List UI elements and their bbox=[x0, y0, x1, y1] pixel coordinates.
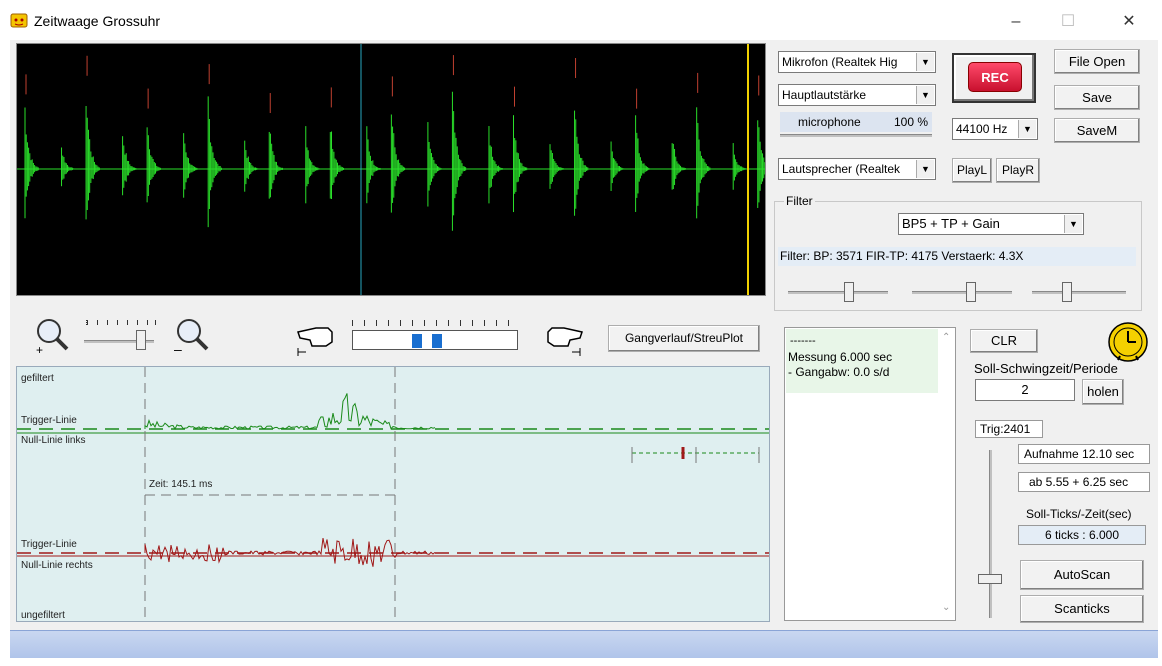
sample-rate-select[interactable]: 44100 Hz ▼ bbox=[952, 118, 1038, 140]
rec-label: REC bbox=[968, 62, 1022, 92]
clock-app-icon bbox=[10, 12, 28, 28]
memo-line-3: - Gangabw: 0.0 s/d bbox=[788, 365, 890, 379]
waveform-graph bbox=[17, 44, 772, 295]
window-title: Zeitwaage Grossuhr bbox=[34, 13, 161, 29]
status-bar bbox=[10, 630, 1158, 658]
close-button[interactable]: ✕ bbox=[1106, 8, 1152, 36]
mic-level-slider[interactable]: microphone 100 % bbox=[780, 110, 936, 140]
output-device-value: Lautsprecher (Realtek bbox=[782, 162, 901, 176]
soll-ticks-value: 6 ticks : 6.000 bbox=[1018, 525, 1146, 545]
zoom-in-icon[interactable]: + bbox=[32, 316, 72, 357]
soll-ticks-label: Soll-Ticks/-Zeit(sec) bbox=[1026, 507, 1132, 521]
filtered-trace bbox=[144, 393, 436, 430]
chevron-down-icon: ▼ bbox=[916, 86, 934, 104]
play-left-button[interactable]: PlayL bbox=[952, 158, 992, 183]
label-zeit: Zeit: 145.1 ms bbox=[149, 479, 213, 490]
clr-button[interactable]: CLR bbox=[970, 329, 1038, 353]
title-bar: Zeitwaage Grossuhr – ☐ ✕ bbox=[0, 0, 1162, 40]
svg-text:+: + bbox=[36, 343, 43, 356]
label-gefiltert: gefiltert bbox=[21, 373, 54, 384]
label-trigger-bottom: Trigger-Linie bbox=[21, 539, 77, 550]
play-right-button[interactable]: PlayR bbox=[996, 158, 1040, 183]
label-null-rechts: Null-Linie rechts bbox=[21, 560, 93, 571]
autoscan-button[interactable]: AutoScan bbox=[1020, 560, 1144, 590]
label-null-links: Null-Linie links bbox=[21, 435, 86, 446]
trigger-value: Trig:2401 bbox=[975, 420, 1043, 438]
filter-info: Filter: BP: 3571 FIR-TP: 4175 Verstaerk:… bbox=[778, 247, 1136, 266]
output-device-select[interactable]: Lautsprecher (Realtek ▼ bbox=[778, 158, 936, 180]
signal-plot[interactable]: gefiltert Trigger-Linie Null-Linie links… bbox=[16, 366, 770, 622]
chevron-down-icon: ▼ bbox=[916, 160, 934, 178]
hand-left-icon[interactable] bbox=[294, 318, 340, 358]
position-slider[interactable] bbox=[346, 316, 524, 358]
result-memo-highlight: ------- Messung 6.000 sec - Gangabw: 0.0… bbox=[786, 329, 938, 393]
chevron-down-icon: ▼ bbox=[916, 53, 934, 71]
maximize-button[interactable]: ☐ bbox=[1045, 8, 1091, 36]
alarm-clock-icon bbox=[1106, 320, 1150, 364]
rec-button[interactable]: REC bbox=[952, 53, 1036, 103]
filter-group-label: Filter bbox=[784, 194, 815, 208]
save-button[interactable]: Save bbox=[1054, 85, 1140, 110]
memo-line-1: ------- bbox=[790, 335, 816, 347]
holen-button[interactable]: holen bbox=[1082, 379, 1124, 405]
zoom-out-icon[interactable]: – bbox=[172, 316, 212, 357]
trigger-level-slider[interactable] bbox=[976, 440, 1006, 622]
zoom-slider[interactable] bbox=[84, 318, 160, 350]
filter-preset-select[interactable]: BP5 + TP + Gain ▼ bbox=[898, 213, 1084, 235]
filter-preset-value: BP5 + TP + Gain bbox=[902, 216, 1000, 231]
chevron-down-icon: ▼ bbox=[1018, 120, 1036, 138]
input-device-select[interactable]: Mikrofon (Realtek Hig ▼ bbox=[778, 51, 936, 73]
sample-rate-value: 44100 Hz bbox=[956, 122, 1008, 136]
memo-line-2: Messung 6.000 sec bbox=[788, 350, 893, 364]
file-open-button[interactable]: File Open bbox=[1054, 49, 1140, 74]
aufnahme-value: Aufnahme 12.10 sec bbox=[1018, 444, 1150, 464]
ab-value: ab 5.55 + 6.25 sec bbox=[1018, 472, 1150, 492]
label-trigger-top: Trigger-Linie bbox=[21, 415, 77, 426]
scroll-up-icon[interactable]: ⌃ bbox=[942, 332, 954, 344]
input-channel-select[interactable]: Hauptlautstärke ▼ bbox=[778, 84, 936, 106]
bandpass-slider[interactable] bbox=[778, 278, 898, 306]
input-channel-value: Hauptlautstärke bbox=[782, 88, 867, 102]
gain-slider[interactable] bbox=[1024, 278, 1134, 306]
mic-label: microphone bbox=[798, 115, 861, 129]
gangverlauf-button[interactable]: Gangverlauf/StreuPlot bbox=[608, 325, 760, 352]
minimize-button[interactable]: – bbox=[993, 8, 1039, 36]
signal-plot-graph bbox=[17, 367, 769, 621]
chevron-down-icon: ▼ bbox=[1064, 215, 1082, 233]
label-ungefiltert: ungefiltert bbox=[21, 610, 65, 621]
waveform-display[interactable] bbox=[16, 43, 772, 296]
scanticks-button[interactable]: Scanticks bbox=[1020, 595, 1144, 623]
hand-right-icon[interactable] bbox=[540, 318, 586, 358]
input-device-value: Mikrofon (Realtek Hig bbox=[782, 55, 898, 69]
save-m-button[interactable]: SaveM bbox=[1054, 118, 1140, 143]
svg-text:–: – bbox=[174, 341, 182, 356]
soll-schwingzeit-input[interactable]: 2 bbox=[975, 379, 1075, 401]
scroll-down-icon[interactable]: ⌄ bbox=[942, 602, 954, 614]
lowpass-slider[interactable] bbox=[904, 278, 1024, 306]
soll-schwingzeit-label: Soll-Schwingzeit/Periode bbox=[974, 361, 1118, 376]
mic-level-value: 100 % bbox=[894, 115, 929, 129]
mini-scale-ticks bbox=[631, 447, 760, 463]
